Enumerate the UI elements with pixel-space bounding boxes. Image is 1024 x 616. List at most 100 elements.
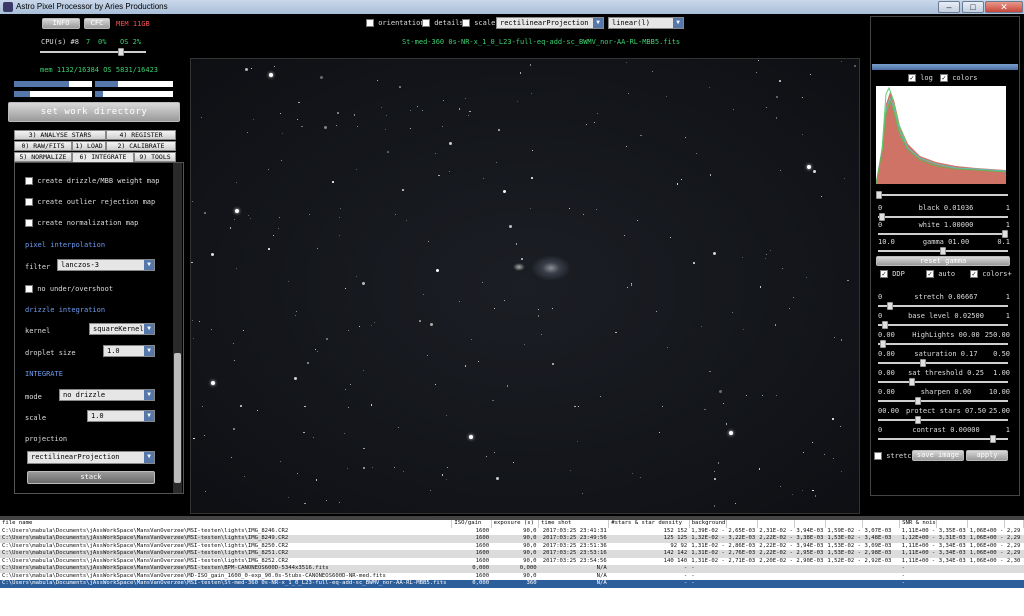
- checkbox[interactable]: [25, 219, 33, 227]
- slider-knob[interactable]: [879, 213, 886, 221]
- droplet-size-select[interactable]: 1.0 ▼: [103, 345, 155, 357]
- stretch-option[interactable]: stretch: [874, 452, 916, 460]
- projection-select[interactable]: rectilinearProjection ▼: [27, 451, 155, 464]
- checkbox[interactable]: [462, 19, 470, 27]
- table-row[interactable]: C:\Users\mabula\Documents\jAssWorkSpace\…: [0, 535, 1024, 543]
- table-row[interactable]: C:\Users\mabula\Documents\jAssWorkSpace\…: [0, 580, 1024, 588]
- kernel-select[interactable]: squareKernel ▼: [89, 323, 155, 335]
- column-header[interactable]: exposure (s): [491, 520, 540, 528]
- star: [193, 337, 195, 339]
- filter-select[interactable]: lanczos-3 ▼: [57, 259, 155, 271]
- log-option[interactable]: ✓ log: [908, 74, 933, 82]
- table-row[interactable]: C:\Users\mabula\Documents\jAssWorkSpace\…: [0, 542, 1024, 550]
- checkbox-checked[interactable]: ✓: [940, 74, 948, 82]
- table-row[interactable]: C:\Users\mabula\Documents\jAssWorkSpace\…: [0, 557, 1024, 565]
- scale-option[interactable]: scale: [462, 19, 495, 27]
- ddp-option[interactable]: ✓ DDP: [880, 270, 905, 278]
- column-header[interactable]: [967, 520, 1006, 528]
- cfc-button[interactable]: CFC: [84, 18, 110, 29]
- checkbox[interactable]: [25, 177, 33, 185]
- scale-select[interactable]: 1.0 ▼: [87, 410, 155, 422]
- table-row[interactable]: C:\Users\mabula\Documents\jAssWorkSpace\…: [0, 565, 1024, 573]
- close-button[interactable]: ✕: [985, 1, 1023, 13]
- minimize-button[interactable]: –: [938, 1, 960, 13]
- table-row[interactable]: C:\Users\mabula\Documents\jAssWorkSpace\…: [0, 550, 1024, 558]
- mode-select[interactable]: no drizzle ▼: [59, 389, 155, 401]
- projection-select[interactable]: rectilinearProjection ▼: [496, 17, 604, 29]
- checkbox-checked[interactable]: ✓: [880, 270, 888, 278]
- tab-analyse-stars[interactable]: 3) ANALYSE STARS: [14, 130, 106, 140]
- checkbox[interactable]: [366, 19, 374, 27]
- checkbox[interactable]: [874, 452, 882, 460]
- auto-option[interactable]: ✓ auto: [926, 270, 955, 278]
- no-under-overshoot-option[interactable]: no under/overshoot: [25, 285, 113, 293]
- tab-integrate[interactable]: 6) INTEGRATE: [72, 152, 134, 162]
- tab-register[interactable]: 4) REGISTER: [106, 130, 176, 140]
- image-viewer[interactable]: [190, 58, 860, 514]
- stack-button[interactable]: stack: [27, 471, 155, 484]
- slider-knob[interactable]: [881, 321, 888, 329]
- outlier-rejection-map-option[interactable]: create outlier rejection map: [25, 198, 155, 206]
- slider-knob[interactable]: [886, 302, 893, 310]
- column-header[interactable]: [757, 520, 795, 528]
- apply-button[interactable]: apply: [966, 450, 1008, 461]
- maximize-button[interactable]: □: [962, 1, 984, 13]
- set-work-directory-button[interactable]: set work directory: [8, 102, 180, 122]
- chevron-down-icon: ▼: [144, 260, 154, 270]
- slider-knob[interactable]: [989, 435, 996, 443]
- column-header[interactable]: time shot: [538, 520, 610, 528]
- checkbox-checked[interactable]: ✓: [926, 270, 934, 278]
- table-row[interactable]: C:\Users\mabula\Documents\jAssWorkSpace\…: [0, 572, 1024, 580]
- table-cell: 1600: [451, 527, 492, 535]
- kernel-label: kernel: [25, 327, 51, 335]
- checkbox[interactable]: [25, 198, 33, 206]
- colors-option[interactable]: ✓ colors: [940, 74, 978, 82]
- drizzle-weight-map-option[interactable]: create drizzle/MBB weight map: [25, 177, 159, 185]
- bright-star: [807, 165, 811, 169]
- star: [332, 181, 334, 183]
- tab-raw-fits[interactable]: 0) RAW/FITS: [14, 141, 72, 151]
- cpu-slider-knob[interactable]: [118, 48, 124, 56]
- tab-normalize[interactable]: 5) NORMALIZE: [14, 152, 72, 162]
- checkbox-checked[interactable]: ✓: [908, 74, 916, 82]
- column-header[interactable]: background & dispersion: [689, 520, 727, 528]
- checkbox[interactable]: [25, 285, 33, 293]
- column-header[interactable]: #stars & star density: [608, 520, 690, 528]
- checkbox[interactable]: [422, 19, 430, 27]
- checkbox-checked[interactable]: ✓: [970, 270, 978, 278]
- save-image-button[interactable]: save image: [912, 450, 964, 461]
- column-header[interactable]: [862, 520, 901, 528]
- slider-knob[interactable]: [909, 378, 915, 386]
- stretch-mode-select[interactable]: linear(l) ▼: [608, 17, 684, 29]
- details-option[interactable]: details: [422, 19, 464, 27]
- star: [713, 251, 717, 255]
- slider-min-label: 00.00: [878, 407, 900, 415]
- table-row[interactable]: C:\Users\mabula\Documents\jAssWorkSpace\…: [0, 527, 1024, 535]
- column-header[interactable]: [825, 520, 863, 528]
- reset-gamma-button[interactable]: reset gamma: [876, 256, 1010, 266]
- column-header[interactable]: [794, 520, 826, 528]
- tab-calibrate[interactable]: 2) CALIBRATE: [106, 141, 176, 151]
- info-button[interactable]: INFO: [42, 18, 80, 29]
- colors-plus-option[interactable]: ✓ colors+: [970, 270, 1012, 278]
- star: [506, 385, 509, 387]
- panel-scrollbar[interactable]: [173, 163, 182, 493]
- column-header[interactable]: ISO/gain: [451, 520, 492, 528]
- column-header[interactable]: [936, 520, 969, 528]
- scrollbar-thumb[interactable]: [174, 353, 181, 483]
- slider-knob[interactable]: [940, 247, 946, 255]
- histogram-range-knob[interactable]: [876, 191, 882, 199]
- column-header[interactable]: [1004, 520, 1024, 528]
- slider-knob[interactable]: [1002, 230, 1008, 238]
- orientation-option[interactable]: orientation: [366, 19, 425, 27]
- slider-knob[interactable]: [915, 397, 922, 405]
- slider-knob[interactable]: [880, 340, 887, 348]
- column-header[interactable]: [726, 520, 758, 528]
- column-header[interactable]: file name: [0, 520, 453, 528]
- normalization-map-option[interactable]: create normalization map: [25, 219, 138, 227]
- tab-tools[interactable]: 9) TOOLS: [134, 152, 176, 162]
- tab-load[interactable]: 1) LOAD: [72, 141, 106, 151]
- slider-knob[interactable]: [915, 416, 922, 424]
- column-header[interactable]: SNR & noise: [899, 520, 938, 528]
- slider-knob[interactable]: [920, 359, 927, 367]
